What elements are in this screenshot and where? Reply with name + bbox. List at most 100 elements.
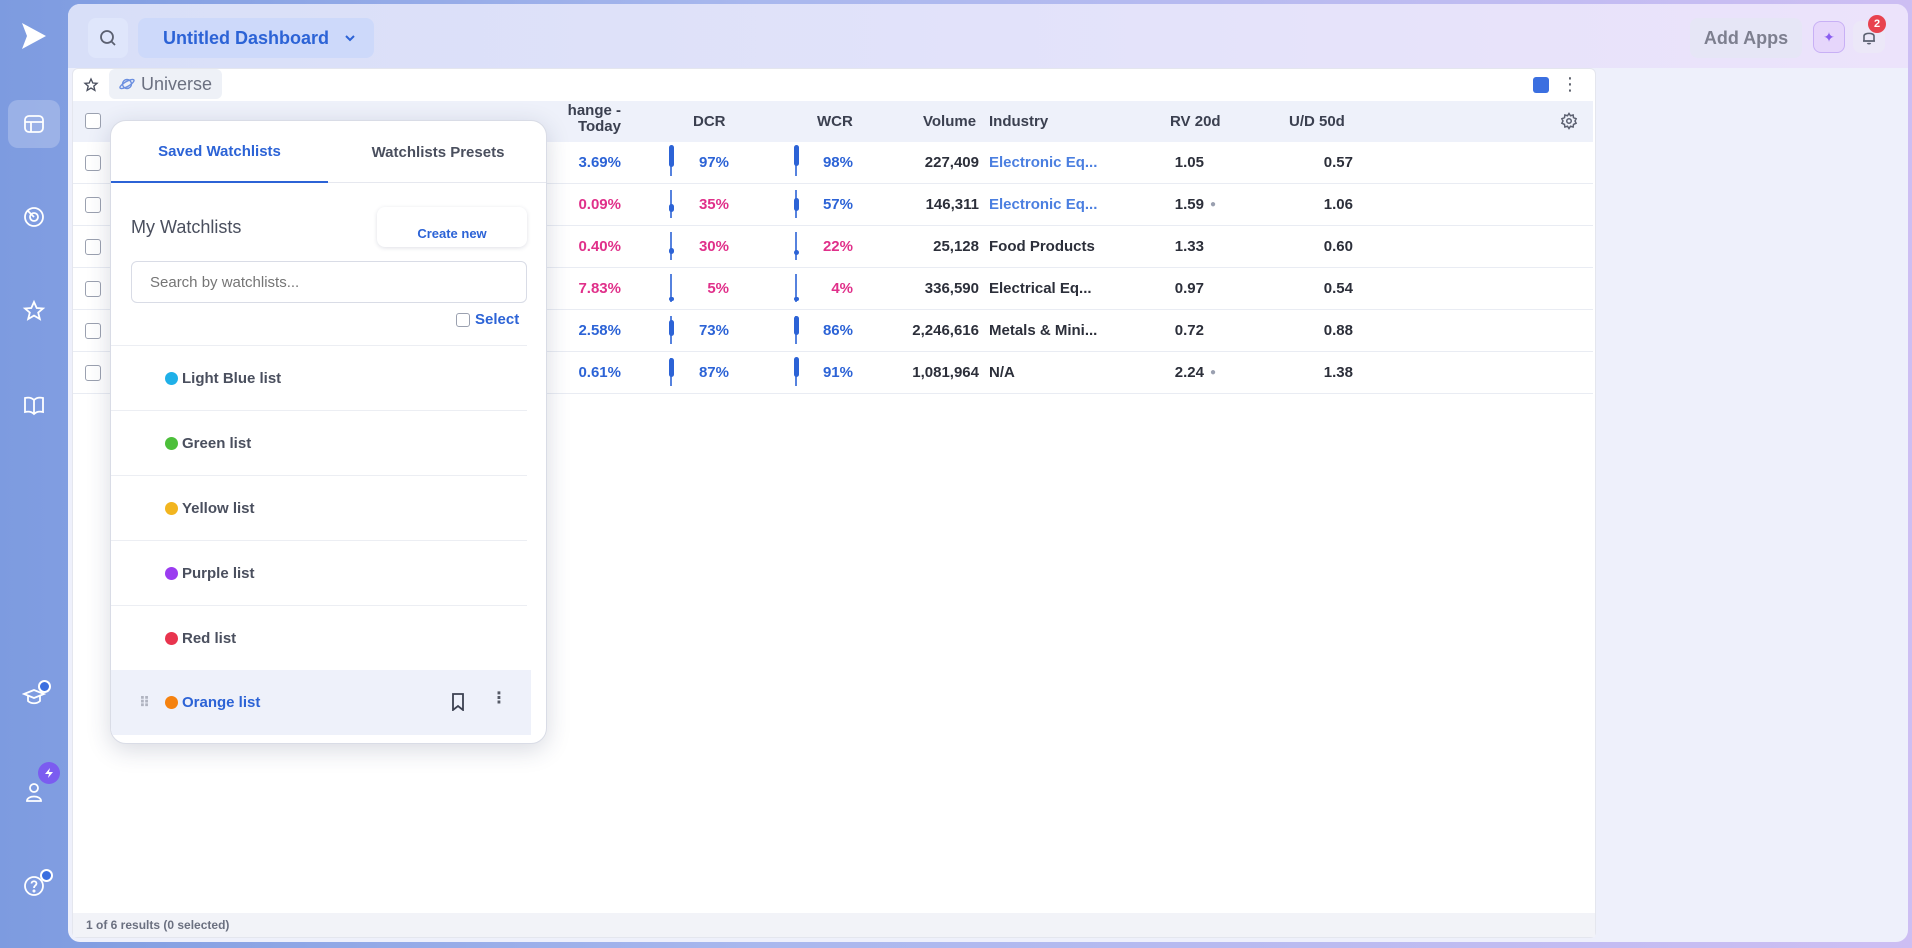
row-checkbox[interactable] [85, 323, 101, 339]
list-color-dot [165, 371, 178, 385]
ud50d-cell: 0.54 [1323, 280, 1353, 297]
bookmark-icon[interactable] [451, 693, 465, 711]
list-color-dot [165, 501, 178, 515]
industry-cell[interactable]: Electronic Eq... [989, 154, 1097, 171]
tab-saved-watchlists[interactable]: Saved Watchlists [111, 121, 328, 183]
select-label: Select [475, 311, 520, 328]
dcr-cell: 73% [698, 322, 729, 339]
wcr-cell: 22% [822, 238, 853, 255]
dcr-cell: 97% [698, 154, 729, 171]
my-watchlists-heading: My Watchlists [131, 217, 242, 237]
dcr-range-fill [668, 204, 674, 213]
watchlist-item-menu-button[interactable]: ⋮ [491, 688, 507, 708]
header-change[interactable]: hange - Today [541, 103, 621, 135]
rv20d-cell: 1.05 [1174, 154, 1204, 171]
dashboard-selector[interactable]: Untitled Dashboard [138, 18, 374, 58]
watchlist-item[interactable]: Red list [111, 605, 527, 670]
dcr-cell: 35% [698, 196, 729, 213]
sparkle-icon: ✦ [1823, 28, 1835, 45]
watchlist-search-input[interactable] [131, 261, 527, 303]
wcr-cell: 98% [822, 154, 853, 171]
rv20d-cell: 1.33 [1174, 238, 1204, 255]
tab-watchlists-presets[interactable]: Watchlists Presets [328, 121, 546, 183]
watchlist-item[interactable]: Purple list [111, 540, 527, 605]
nav-dashboard-button[interactable] [8, 100, 60, 148]
row-checkbox[interactable] [85, 239, 101, 255]
color-link-swatch[interactable] [1533, 77, 1549, 93]
industry-cell: Food Products [989, 238, 1095, 255]
list-color-dot [165, 566, 178, 580]
favorite-button[interactable] [79, 73, 103, 97]
list-color-dot [165, 631, 178, 645]
universe-label: Universe [141, 73, 213, 94]
ud50d-cell: 0.88 [1323, 322, 1353, 339]
row-checkbox[interactable] [85, 155, 101, 171]
rv-indicator-dot: ● [1210, 199, 1217, 210]
volume-cell: 146,311 [925, 196, 979, 213]
left-rail [0, 0, 68, 948]
row-checkbox[interactable] [85, 365, 101, 381]
header-volume[interactable]: Volume [923, 113, 976, 130]
nav-learn-button[interactable] [8, 381, 60, 429]
nav-academy-button[interactable] [8, 673, 60, 721]
widget-menu-button[interactable]: ⋮ [1561, 73, 1579, 95]
watchlist-item[interactable]: Yellow list [111, 475, 527, 540]
row-checkbox[interactable] [85, 281, 101, 297]
watchlist-item-label: Green list [182, 434, 252, 452]
watchlist-item-label: Purple list [182, 564, 255, 582]
nav-favorites-button[interactable] [8, 287, 60, 335]
rv-indicator-dot: ● [1210, 367, 1217, 378]
global-search-button[interactable] [88, 18, 128, 58]
dashboard-title: Untitled Dashboard [163, 27, 330, 48]
header-wcr[interactable]: WCR [817, 113, 853, 130]
volume-cell: 2,246,616 [912, 322, 979, 339]
select-checkbox[interactable] [456, 312, 470, 327]
planet-icon [119, 78, 135, 90]
watchlist-item[interactable]: ⠿ Orange list ⋮ [111, 670, 531, 735]
header-rv20d[interactable]: RV 20d [1170, 113, 1221, 130]
wcr-cell: 4% [831, 280, 853, 297]
wcr-range-fill [793, 315, 799, 336]
chevron-down-icon [345, 35, 355, 42]
ud50d-cell: 1.38 [1323, 364, 1353, 381]
user-icon [26, 783, 42, 802]
watchlist-item-label: Orange list [182, 694, 261, 711]
ai-assistant-button[interactable]: ✦ [1813, 21, 1845, 53]
watchlist-item[interactable]: Light Blue list [111, 345, 527, 410]
wcr-range-bar [795, 232, 797, 260]
dcr-range-fill [668, 144, 674, 167]
wcr-range-fill [793, 198, 799, 211]
dcr-range-bar [670, 232, 672, 260]
book-icon [24, 396, 44, 416]
watchlist-item-label: Light Blue list [182, 369, 282, 387]
star-icon [83, 77, 99, 92]
watchlists-popover: Saved Watchlists Watchlists Presets My W… [110, 120, 547, 744]
wcr-range-fill [793, 356, 799, 377]
change-cell: 0.09% [578, 196, 621, 213]
add-apps-button[interactable]: Add Apps [1690, 18, 1802, 58]
gear-icon[interactable] [1560, 112, 1578, 130]
header-dcr[interactable]: DCR [693, 113, 726, 130]
select-all-checkbox[interactable] [85, 113, 101, 129]
drag-handle-icon[interactable]: ⠿ [139, 694, 150, 711]
wcr-range-fill [793, 249, 799, 255]
header-ud50d[interactable]: U/D 50d [1289, 113, 1345, 130]
ud50d-cell: 0.57 [1323, 154, 1353, 171]
academy-notification-dot [38, 680, 51, 693]
wcr-cell: 86% [822, 322, 853, 339]
row-checkbox[interactable] [85, 197, 101, 213]
create-new-button[interactable]: Create new [377, 207, 527, 247]
dcr-cell: 5% [707, 280, 729, 297]
volume-cell: 1,081,964 [912, 364, 979, 381]
header-industry[interactable]: Industry [989, 113, 1048, 130]
universe-selector[interactable]: Universe [109, 69, 223, 99]
industry-cell[interactable]: Electronic Eq... [989, 196, 1097, 213]
app-logo[interactable] [18, 20, 50, 52]
select-toggle[interactable]: Select [456, 311, 519, 328]
watchlist-item-label: Yellow list [182, 499, 255, 517]
nav-radar-button[interactable] [8, 193, 60, 241]
change-cell: 7.83% [578, 280, 621, 297]
list-color-dot [165, 696, 178, 709]
watchlist-item[interactable]: Green list [111, 410, 527, 475]
nav-help-button[interactable] [8, 862, 60, 910]
